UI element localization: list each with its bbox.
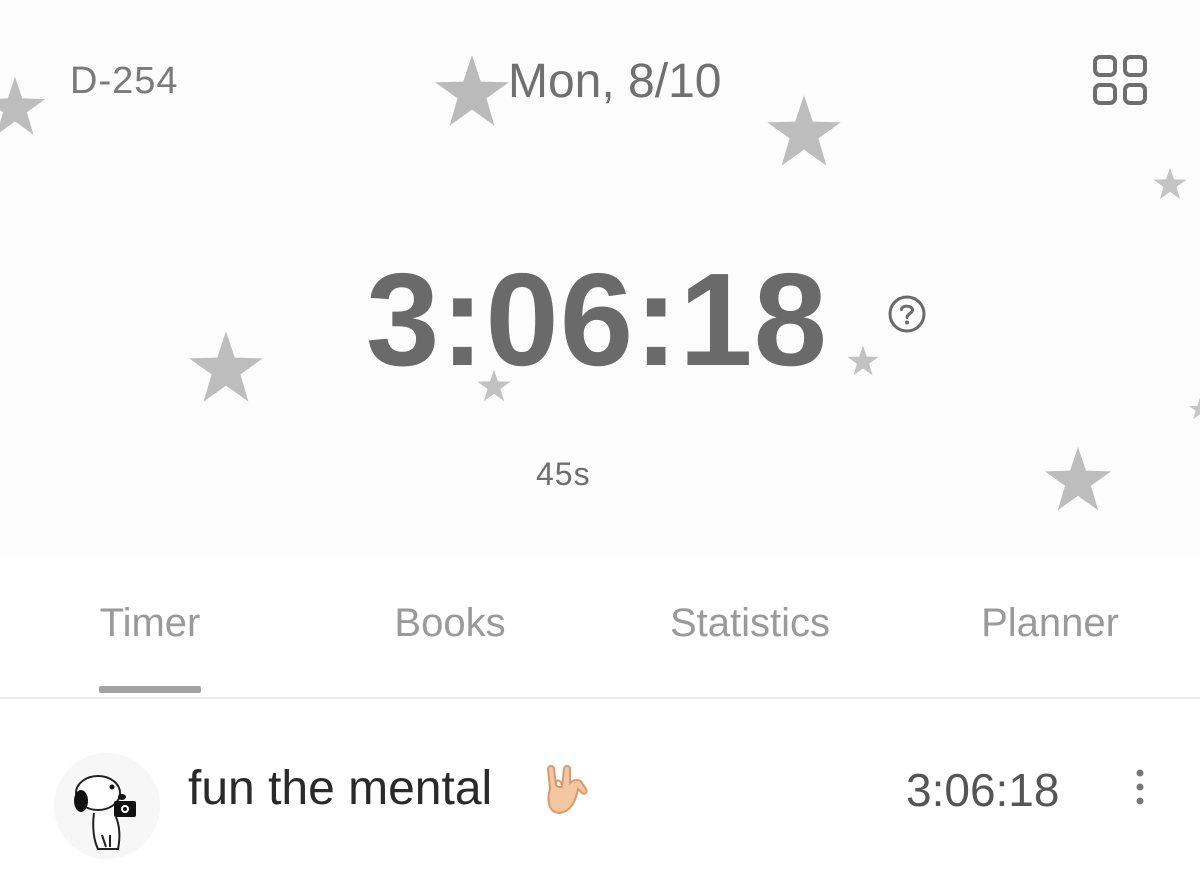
subject-time: 3:06:18	[906, 764, 1060, 816]
seconds-display: 45s	[536, 456, 591, 492]
subject-name[interactable]: fun the mental	[188, 761, 492, 816]
grid-icon[interactable]	[1092, 54, 1150, 108]
dday-counter[interactable]: D-254	[70, 60, 179, 103]
tab-bar: Timer Books Statistics Planner	[0, 553, 1200, 699]
list-item[interactable]: fun the mental 3:06:18	[0, 699, 1200, 879]
total-study-time: 3:06:18	[366, 246, 828, 393]
star-icon	[1042, 444, 1114, 516]
tab-books[interactable]: Books	[300, 601, 600, 646]
more-vertical-icon[interactable]	[1128, 767, 1152, 807]
question-circle-icon[interactable]	[887, 294, 927, 334]
tab-timer[interactable]: Timer	[0, 601, 300, 646]
active-tab-indicator	[99, 686, 201, 693]
star-icon	[186, 328, 266, 408]
star-icon	[1188, 394, 1200, 424]
current-date: Mon, 8/10	[508, 55, 722, 108]
star-icon	[764, 92, 844, 172]
sign-of-horns-hand-icon	[534, 759, 594, 819]
star-icon	[0, 62, 48, 152]
star-icon	[1152, 166, 1188, 202]
avatar[interactable]	[54, 753, 160, 859]
star-icon	[846, 344, 880, 378]
star-icon	[432, 52, 512, 132]
timer-hero: D-254 Mon, 8/10 3:06:18 45s	[0, 0, 1200, 553]
tab-statistics[interactable]: Statistics	[600, 601, 900, 646]
tab-planner[interactable]: Planner	[900, 601, 1200, 646]
